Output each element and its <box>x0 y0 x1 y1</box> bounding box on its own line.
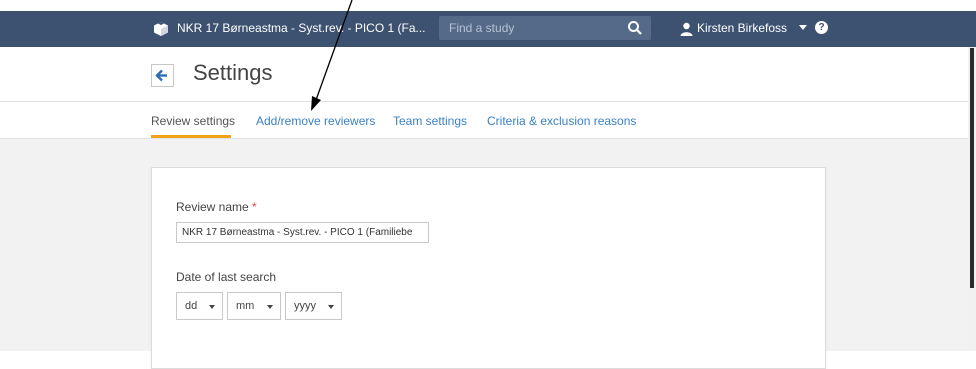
user-menu[interactable]: Kirsten Birkefoss <box>697 21 787 35</box>
scrollbar-thumb[interactable] <box>970 48 974 288</box>
chevron-down-icon[interactable] <box>799 25 807 30</box>
day-select[interactable]: dd <box>176 292 223 320</box>
tab-add-remove-reviewers[interactable]: Add/remove reviewers <box>256 114 375 128</box>
date-of-last-search-label: Date of last search <box>176 270 277 284</box>
user-icon <box>680 22 693 36</box>
review-name-input[interactable]: NKR 17 Børneastma - Syst.rev. - PICO 1 (… <box>176 222 429 243</box>
caret-down-icon <box>267 305 273 309</box>
day-select-value: dd <box>185 300 198 312</box>
year-select-value: yyyy <box>294 300 316 312</box>
caret-down-icon <box>328 305 334 309</box>
review-name-label-text: Review name <box>176 200 249 214</box>
page-title: Settings <box>193 60 273 85</box>
review-name-label: Review name * <box>176 200 257 214</box>
tab-criteria-exclusion-reasons[interactable]: Criteria & exclusion reasons <box>487 114 636 128</box>
help-icon[interactable]: ? <box>815 21 828 34</box>
divider <box>0 101 976 102</box>
month-select-value: mm <box>236 300 255 312</box>
back-button[interactable] <box>151 64 174 87</box>
tab-team-settings[interactable]: Team settings <box>393 114 467 128</box>
top-navbar: NKR 17 Børneastma - Syst.rev. - PICO 1 (… <box>0 11 976 47</box>
cube-logo-icon[interactable] <box>153 21 169 37</box>
year-select[interactable]: yyyy <box>285 292 342 320</box>
arrow-left-icon <box>155 69 167 82</box>
study-search[interactable]: Find a study <box>439 16 651 40</box>
required-marker: * <box>252 200 257 214</box>
tab-review-settings[interactable]: Review settings <box>151 114 235 128</box>
settings-card <box>151 167 826 369</box>
caret-down-icon <box>209 305 215 309</box>
review-title[interactable]: NKR 17 Børneastma - Syst.rev. - PICO 1 (… <box>177 21 426 35</box>
search-icon[interactable] <box>627 20 643 36</box>
month-select[interactable]: mm <box>227 292 281 320</box>
search-input[interactable]: Find a study <box>449 21 514 35</box>
top-strip <box>0 0 976 11</box>
